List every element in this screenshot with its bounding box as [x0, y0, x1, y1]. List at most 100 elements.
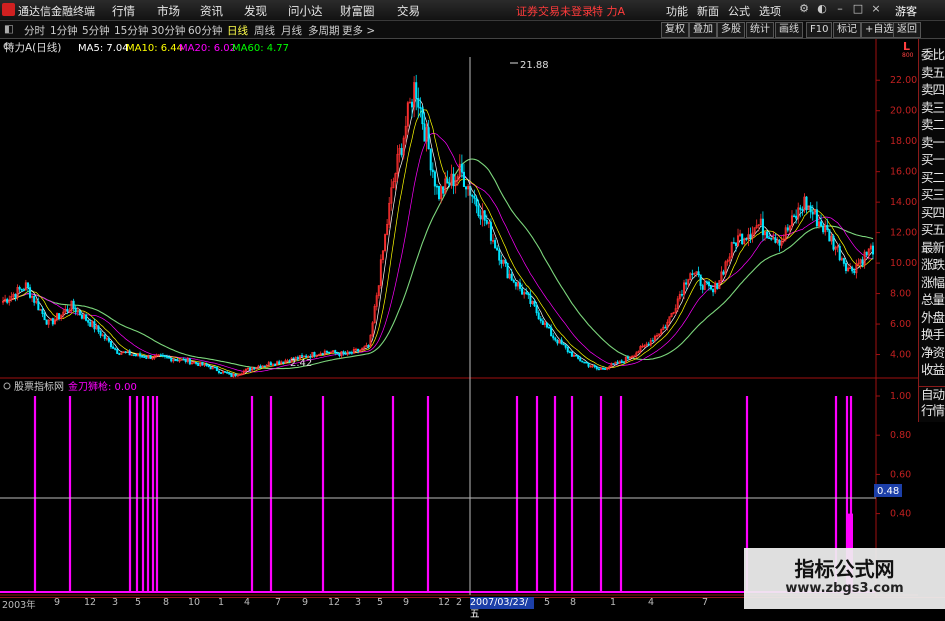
candle-body — [494, 240, 497, 249]
btn-biaoji[interactable]: 标记 — [833, 22, 861, 38]
menu-hangqing[interactable]: 行情 — [112, 3, 135, 19]
candle-body — [205, 363, 208, 366]
current-stock: 特 力A — [592, 5, 626, 18]
menu-jiaoyi[interactable]: 交易 — [397, 3, 420, 19]
date-label-3: 3 — [112, 597, 119, 608]
period-more[interactable]: 更多 > — [342, 23, 375, 38]
candle-body — [838, 245, 841, 261]
maximize-icon[interactable]: □ — [851, 2, 865, 16]
app-logo-icon — [2, 3, 15, 16]
current-date: 2007/03/23/五 — [470, 597, 534, 620]
candle-body — [471, 194, 474, 197]
candle-body — [442, 186, 445, 194]
candle-body — [568, 351, 571, 354]
period-daily[interactable]: 日线 — [227, 23, 248, 38]
candle-body — [620, 360, 623, 363]
candle-body — [446, 178, 449, 184]
candle-body — [427, 127, 430, 150]
candle-body — [575, 354, 578, 357]
menu-shichang[interactable]: 市场 — [157, 3, 180, 19]
btn-fanhui[interactable]: 返回 — [893, 22, 921, 38]
candle-body — [93, 321, 96, 330]
candle-body — [124, 351, 127, 353]
high-label: 21.88 — [520, 60, 549, 71]
menu-gongneng[interactable]: 功能 — [666, 3, 688, 19]
candle-body — [761, 218, 764, 236]
btn-zixuan[interactable]: +自选 — [861, 22, 898, 38]
btn-duogu[interactable]: 多股 — [717, 22, 745, 38]
candle-body — [577, 355, 580, 359]
minimize-icon[interactable]: – — [833, 2, 847, 16]
menu-zixun[interactable]: 资讯 — [200, 3, 223, 19]
candle-body — [448, 182, 451, 186]
candle-body — [342, 351, 345, 354]
candle-body — [253, 367, 256, 370]
stock-chart[interactable]: 22.00 20.00 18.00 16.00 14.00 12.00 10.00 8.00 6… — [0, 39, 918, 597]
candle-body — [707, 281, 710, 287]
period-multi[interactable]: 多周期 — [308, 23, 340, 38]
candle-body — [18, 286, 21, 290]
indicator-tick-label: 1.00 — [890, 391, 911, 402]
skin-icon[interactable]: ◐ — [815, 2, 829, 16]
candle-body — [149, 354, 152, 359]
close-icon[interactable]: × — [869, 2, 883, 16]
menu-xuanxiang[interactable]: 选项 — [759, 3, 781, 19]
candle-body — [161, 354, 164, 357]
menu-gongshi[interactable]: 公式 — [728, 3, 750, 19]
user-label[interactable]: 游客 — [895, 3, 917, 19]
quote-label-18: 收益 — [921, 362, 945, 377]
market-label[interactable]: 行情 — [921, 403, 945, 419]
period-weekly[interactable]: 周线 — [254, 23, 275, 38]
candle-body — [500, 259, 503, 264]
candle-body — [166, 356, 169, 358]
candle-body — [485, 220, 488, 224]
candle-body — [851, 267, 854, 272]
settings-icon[interactable]: ⚙ — [797, 2, 811, 16]
candle-body — [562, 343, 565, 346]
btn-fuquan[interactable]: 复权 — [661, 22, 689, 38]
period-monthly[interactable]: 月线 — [281, 23, 302, 38]
auto-label[interactable]: 自动 — [921, 387, 945, 403]
candle-body — [602, 368, 605, 370]
date-label-6: 10 — [188, 597, 201, 608]
btn-diejia[interactable]: 叠加 — [689, 22, 717, 38]
ma60-label: MA60: 4.77 — [232, 43, 289, 54]
quote-label-17: 净资 — [921, 344, 945, 360]
menu-xinmian[interactable]: 新面 — [697, 3, 719, 19]
candle-body — [220, 372, 223, 374]
candle-body — [423, 123, 426, 142]
candle-body — [685, 282, 688, 285]
btn-f10[interactable]: F10 — [806, 22, 833, 38]
menu-wenxiaoda[interactable]: 问小达 — [288, 3, 323, 19]
period-1min[interactable]: 1分钟 — [50, 23, 78, 38]
menu-faxian[interactable]: 发现 — [244, 3, 267, 19]
candle-body — [510, 273, 513, 281]
candle-body — [134, 354, 137, 357]
quote-label-3: 卖三 — [921, 99, 945, 115]
btn-tongji[interactable]: 统计 — [746, 22, 774, 38]
candle-body — [6, 298, 9, 303]
period-fenshi[interactable]: 分时 — [24, 23, 45, 38]
period-30min[interactable]: 30分钟 — [151, 23, 185, 38]
indicator-name: 股票指标网 — [14, 380, 64, 393]
ma20-label: MA20: 6.02 — [179, 43, 236, 54]
candle-body — [475, 198, 478, 207]
collapse-icon[interactable]: ◧ — [4, 23, 14, 35]
period-60min[interactable]: 60分钟 — [188, 23, 222, 38]
btn-huaxian[interactable]: 画线 — [775, 22, 803, 38]
period-15min[interactable]: 15分钟 — [114, 23, 148, 38]
candle-body — [85, 314, 88, 321]
login-warning[interactable]: 证券交易未登录 — [516, 3, 593, 19]
candle-body — [182, 358, 185, 361]
period-5min[interactable]: 5分钟 — [82, 23, 110, 38]
quote-label-2: 卖四 — [921, 82, 945, 97]
candle-body — [43, 313, 46, 321]
candle-body — [51, 318, 54, 325]
candle-body — [570, 351, 573, 357]
date-label-21: 7 — [702, 597, 709, 608]
menu-caifuquan[interactable]: 财富圈 — [340, 3, 375, 19]
candle-body — [114, 348, 117, 350]
candle-body — [664, 326, 667, 329]
candle-body — [552, 335, 555, 339]
candle-body — [766, 231, 769, 238]
